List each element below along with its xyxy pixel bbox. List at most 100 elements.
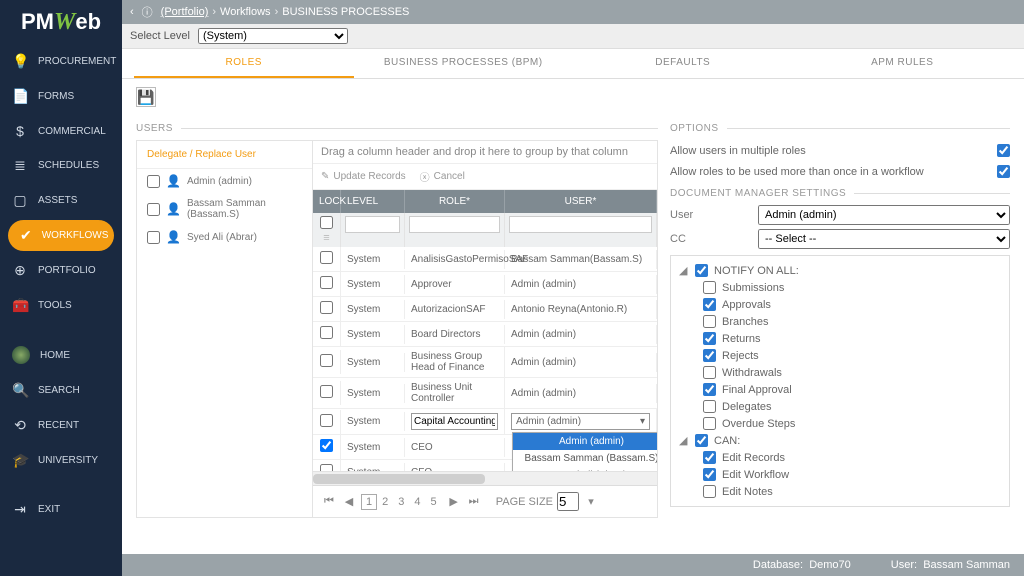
col-lock[interactable]: LOCK xyxy=(313,190,341,213)
row-lock[interactable] xyxy=(320,414,333,427)
crumb-workflows[interactable]: Workflows xyxy=(220,6,271,18)
tab-roles[interactable]: ROLES xyxy=(134,49,354,78)
tree-item[interactable]: Submissions xyxy=(679,279,1001,296)
tree-item[interactable]: Approvals xyxy=(679,296,1001,313)
page-first[interactable]: ⏮ xyxy=(321,494,337,510)
filter-lock-check[interactable] xyxy=(317,216,336,229)
tree-item[interactable]: Final Approval xyxy=(679,381,1001,398)
tree-check[interactable] xyxy=(703,366,716,379)
filter-level[interactable] xyxy=(345,216,400,233)
tree-item[interactable]: Edit Workflow xyxy=(679,466,1001,483)
tab-defaults[interactable]: DEFAULTS xyxy=(573,49,793,78)
table-row[interactable]: SystemBoard DirectorsAdmin (admin) xyxy=(313,322,657,347)
row-lock[interactable] xyxy=(320,251,333,264)
tab-apm-rules[interactable]: APM RULES xyxy=(793,49,1013,78)
sidebar-item-exit[interactable]: ⇥EXIT xyxy=(0,492,122,527)
col-user[interactable]: USER* xyxy=(505,190,657,213)
dm-user-select[interactable]: Admin (admin) xyxy=(758,205,1010,225)
sidebar-item-home[interactable]: HOME xyxy=(0,337,122,373)
user-list-item[interactable]: 👤Admin (admin) xyxy=(137,169,312,193)
row-lock[interactable] xyxy=(320,301,333,314)
sidebar-item-assets[interactable]: ▢ASSETS xyxy=(0,183,122,218)
page-size-arrow[interactable]: ▾ xyxy=(583,494,599,510)
option-check[interactable] xyxy=(997,144,1010,157)
sidebar-item-commercial[interactable]: $COMMERCIAL xyxy=(0,114,122,148)
tree-check[interactable] xyxy=(703,332,716,345)
tree-check[interactable] xyxy=(703,468,716,481)
tree-check[interactable] xyxy=(703,417,716,430)
tree-item[interactable]: Delegates xyxy=(679,398,1001,415)
sidebar-item-workflows[interactable]: ✔WORKFLOWS xyxy=(8,220,114,251)
page-2[interactable]: 2 xyxy=(377,494,393,510)
page-last[interactable]: ⏭ xyxy=(466,494,482,510)
sidebar-item-forms[interactable]: 📄FORMS xyxy=(0,79,122,114)
dm-cc-select[interactable]: -- Select -- xyxy=(758,229,1010,249)
sidebar-item-schedules[interactable]: ≣SCHEDULES xyxy=(0,148,122,183)
row-lock[interactable] xyxy=(320,276,333,289)
sidebar-item-tools[interactable]: 🧰TOOLS xyxy=(0,288,122,323)
sidebar-item-university[interactable]: 🎓UNIVERSITY xyxy=(0,443,122,478)
row-lock[interactable] xyxy=(320,439,333,452)
role-input[interactable] xyxy=(411,413,498,430)
tree-check[interactable] xyxy=(703,400,716,413)
page-next[interactable]: ▶ xyxy=(446,494,462,510)
page-4[interactable]: 4 xyxy=(409,494,425,510)
table-row[interactable]: SystemAdmin (admin)▾Admin (admin)Bassam … xyxy=(313,409,657,435)
update-records-button[interactable]: ✎ Update Records xyxy=(321,169,406,184)
dropdown-option[interactable]: Admin (admin) xyxy=(513,433,657,450)
caret-icon[interactable]: ◢ xyxy=(679,264,689,277)
table-row[interactable]: SystemAnalisisGastoPermisoSAFBassam Samm… xyxy=(313,247,657,272)
tree-check[interactable] xyxy=(703,298,716,311)
user-check[interactable] xyxy=(147,231,160,244)
back-icon[interactable]: ‹ xyxy=(130,6,134,18)
page-size-input[interactable] xyxy=(557,492,579,511)
row-lock[interactable] xyxy=(320,464,333,471)
table-row[interactable]: SystemBusiness Unit ControllerAdmin (adm… xyxy=(313,378,657,409)
row-lock[interactable] xyxy=(320,354,333,367)
save-button[interactable]: 💾 xyxy=(136,87,156,107)
tree-item[interactable]: Edit Notes xyxy=(679,483,1001,500)
user-check[interactable] xyxy=(147,203,160,216)
user-list-item[interactable]: 👤Bassam Samman (Bassam.S) xyxy=(137,193,312,225)
table-row[interactable]: SystemBusiness Group Head of FinanceAdmi… xyxy=(313,347,657,378)
filter-user[interactable] xyxy=(509,216,652,233)
sidebar-item-portfolio[interactable]: ⊕PORTFOLIO xyxy=(0,253,122,288)
cancel-button[interactable]: ⓧ Cancel xyxy=(420,169,465,184)
tree-item[interactable]: Branches xyxy=(679,313,1001,330)
tree-check[interactable] xyxy=(703,485,716,498)
notify-all-check[interactable] xyxy=(695,264,708,277)
delegate-link[interactable]: Delegate / Replace User xyxy=(137,141,312,169)
page-5[interactable]: 5 xyxy=(426,494,442,510)
crumb-portfolio[interactable]: (Portfolio) xyxy=(161,6,209,18)
col-role[interactable]: ROLE* xyxy=(405,190,505,213)
page-1[interactable]: 1 xyxy=(361,494,377,510)
tree-item[interactable]: Edit Records xyxy=(679,449,1001,466)
filter-role[interactable] xyxy=(409,216,500,233)
row-lock[interactable] xyxy=(320,326,333,339)
info-icon[interactable]: ⓘ xyxy=(142,4,153,20)
col-level[interactable]: LEVEL xyxy=(341,190,405,213)
page-prev[interactable]: ◀ xyxy=(341,494,357,510)
option-check[interactable] xyxy=(997,165,1010,178)
caret-icon[interactable]: ◢ xyxy=(679,434,689,447)
tree-check[interactable] xyxy=(703,315,716,328)
dropdown-option[interactable]: Bassam Samman (Bassam.S) xyxy=(513,450,657,467)
can-check[interactable] xyxy=(695,434,708,447)
h-scrollbar[interactable] xyxy=(313,471,657,485)
sidebar-item-recent[interactable]: ⟲RECENT xyxy=(0,408,122,443)
dropdown-option[interactable]: Syed Ali (Abrar) xyxy=(513,467,657,471)
tree-check[interactable] xyxy=(703,349,716,362)
select-level[interactable]: (System) xyxy=(198,28,348,44)
user-list-item[interactable]: 👤Syed Ali (Abrar) xyxy=(137,225,312,249)
user-dropdown[interactable]: Admin (admin)▾Admin (admin)Bassam Samman… xyxy=(511,413,650,430)
tree-item[interactable]: Withdrawals xyxy=(679,364,1001,381)
tree-check[interactable] xyxy=(703,383,716,396)
tree-check[interactable] xyxy=(703,451,716,464)
table-row[interactable]: SystemApproverAdmin (admin) xyxy=(313,272,657,297)
tree-item[interactable]: Overdue Steps xyxy=(679,415,1001,432)
user-check[interactable] xyxy=(147,175,160,188)
tree-check[interactable] xyxy=(703,281,716,294)
tree-item[interactable]: Rejects xyxy=(679,347,1001,364)
page-3[interactable]: 3 xyxy=(393,494,409,510)
tab-business-processes-bpm-[interactable]: BUSINESS PROCESSES (BPM) xyxy=(354,49,574,78)
